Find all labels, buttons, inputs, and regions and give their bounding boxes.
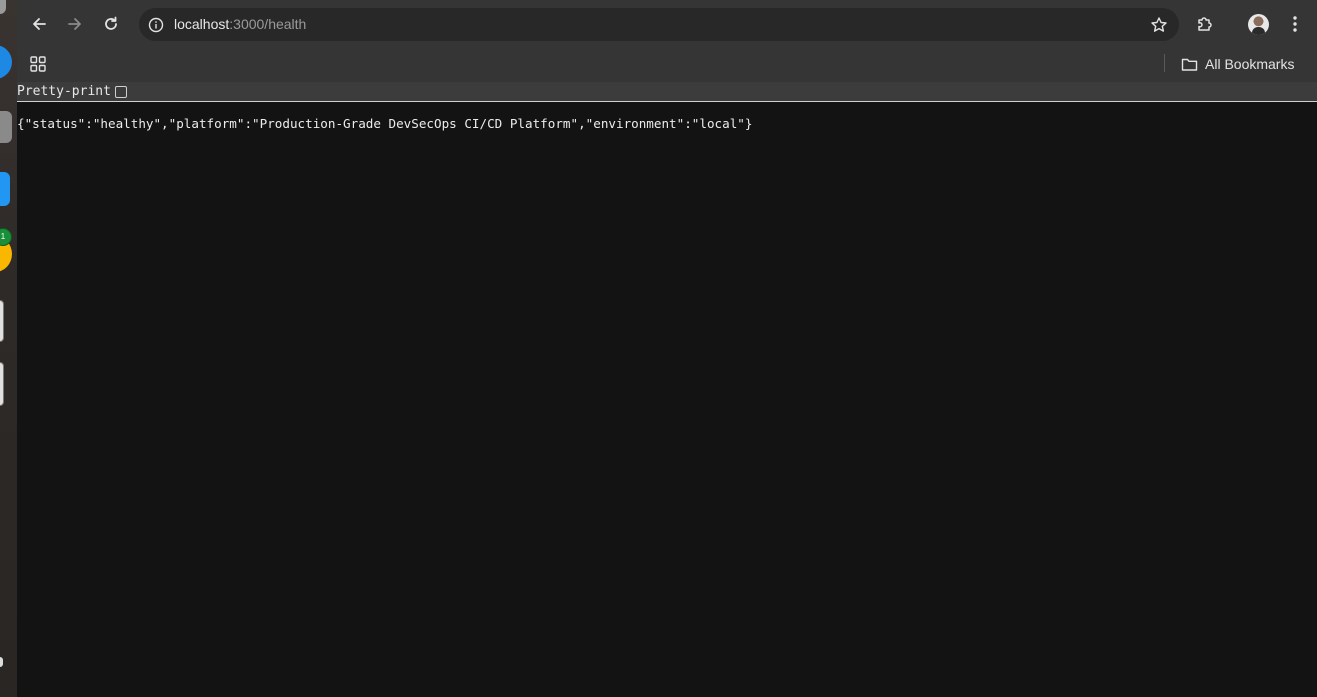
pretty-print-bar: Pretty-print [17, 82, 1317, 102]
desktop-dock: 1 [0, 0, 17, 697]
bookmarks-bar: All Bookmarks [17, 48, 1317, 82]
arrow-right-icon [68, 18, 81, 30]
info-icon[interactable] [147, 16, 164, 33]
address-bar[interactable]: localhost:3000/health [139, 8, 1179, 41]
puzzle-icon[interactable] [1194, 13, 1216, 35]
back-button[interactable] [26, 11, 52, 37]
reload-button[interactable] [98, 11, 124, 37]
apps-grid-icon[interactable] [29, 55, 49, 75]
pretty-print-label: Pretty-print [17, 84, 111, 99]
browser-window: localhost:3000/health All Bookmarks Pret… [17, 0, 1317, 697]
reload-icon [105, 16, 117, 30]
all-bookmarks-button[interactable]: All Bookmarks [1181, 54, 1294, 74]
kebab-menu-icon[interactable] [1284, 13, 1306, 35]
pretty-print-checkbox[interactable] [114, 85, 127, 98]
url-path: :3000/health [229, 16, 307, 32]
dock-app-icon[interactable] [0, 362, 4, 406]
dock-app-icon[interactable] [0, 172, 10, 206]
dock-app-icon[interactable] [0, 45, 12, 79]
all-bookmarks-label: All Bookmarks [1205, 56, 1295, 72]
dock-app-icon[interactable] [0, 111, 12, 143]
star-icon[interactable] [1149, 15, 1169, 35]
folder-icon [1181, 58, 1198, 71]
url-text: localhost:3000/health [174, 16, 306, 32]
browser-toolbar: localhost:3000/health [17, 0, 1317, 48]
forward-button[interactable] [62, 11, 88, 37]
dock-indicator [0, 657, 3, 667]
json-response-text: {"status":"healthy","platform":"Producti… [17, 116, 753, 131]
url-host: localhost [174, 16, 230, 32]
dock-app-icon[interactable] [0, 300, 4, 342]
dock-notification-badge: 1 [0, 228, 12, 246]
bookmarks-separator [1164, 54, 1165, 72]
avatar[interactable] [1248, 14, 1269, 35]
dock-app-icon[interactable] [0, 0, 6, 14]
arrow-left-icon [33, 18, 46, 30]
page-content: Pretty-print {"status":"healthy","platfo… [17, 82, 1317, 697]
